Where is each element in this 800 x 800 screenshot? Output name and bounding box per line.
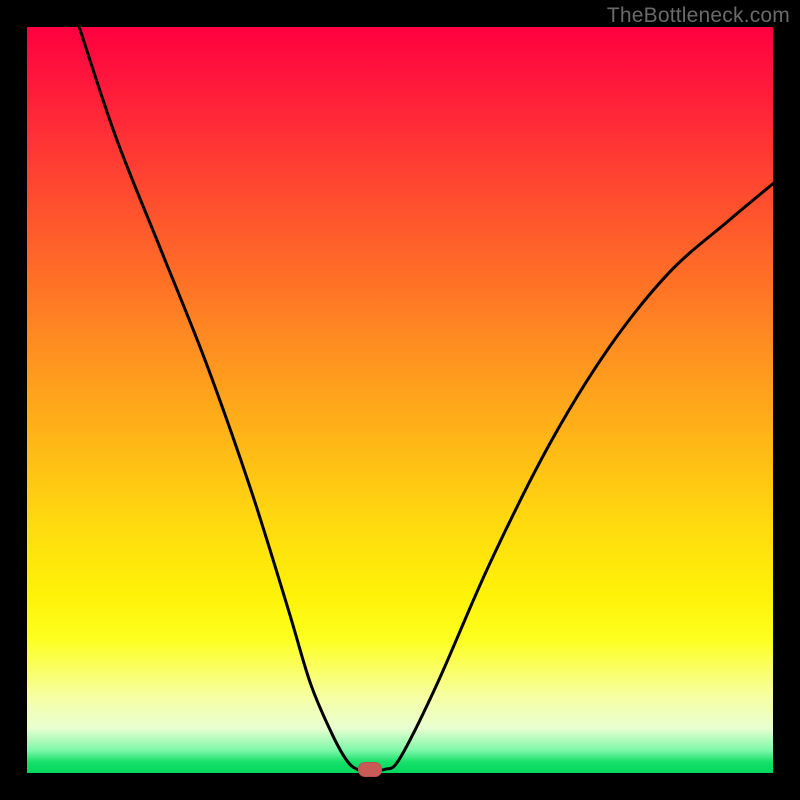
bottleneck-curve-path: [79, 27, 773, 771]
watermark-text: TheBottleneck.com: [607, 4, 790, 28]
plot-area: [27, 27, 773, 773]
curve-svg: [27, 27, 773, 773]
chart-frame: TheBottleneck.com: [0, 0, 800, 800]
optimal-marker: [358, 762, 382, 777]
